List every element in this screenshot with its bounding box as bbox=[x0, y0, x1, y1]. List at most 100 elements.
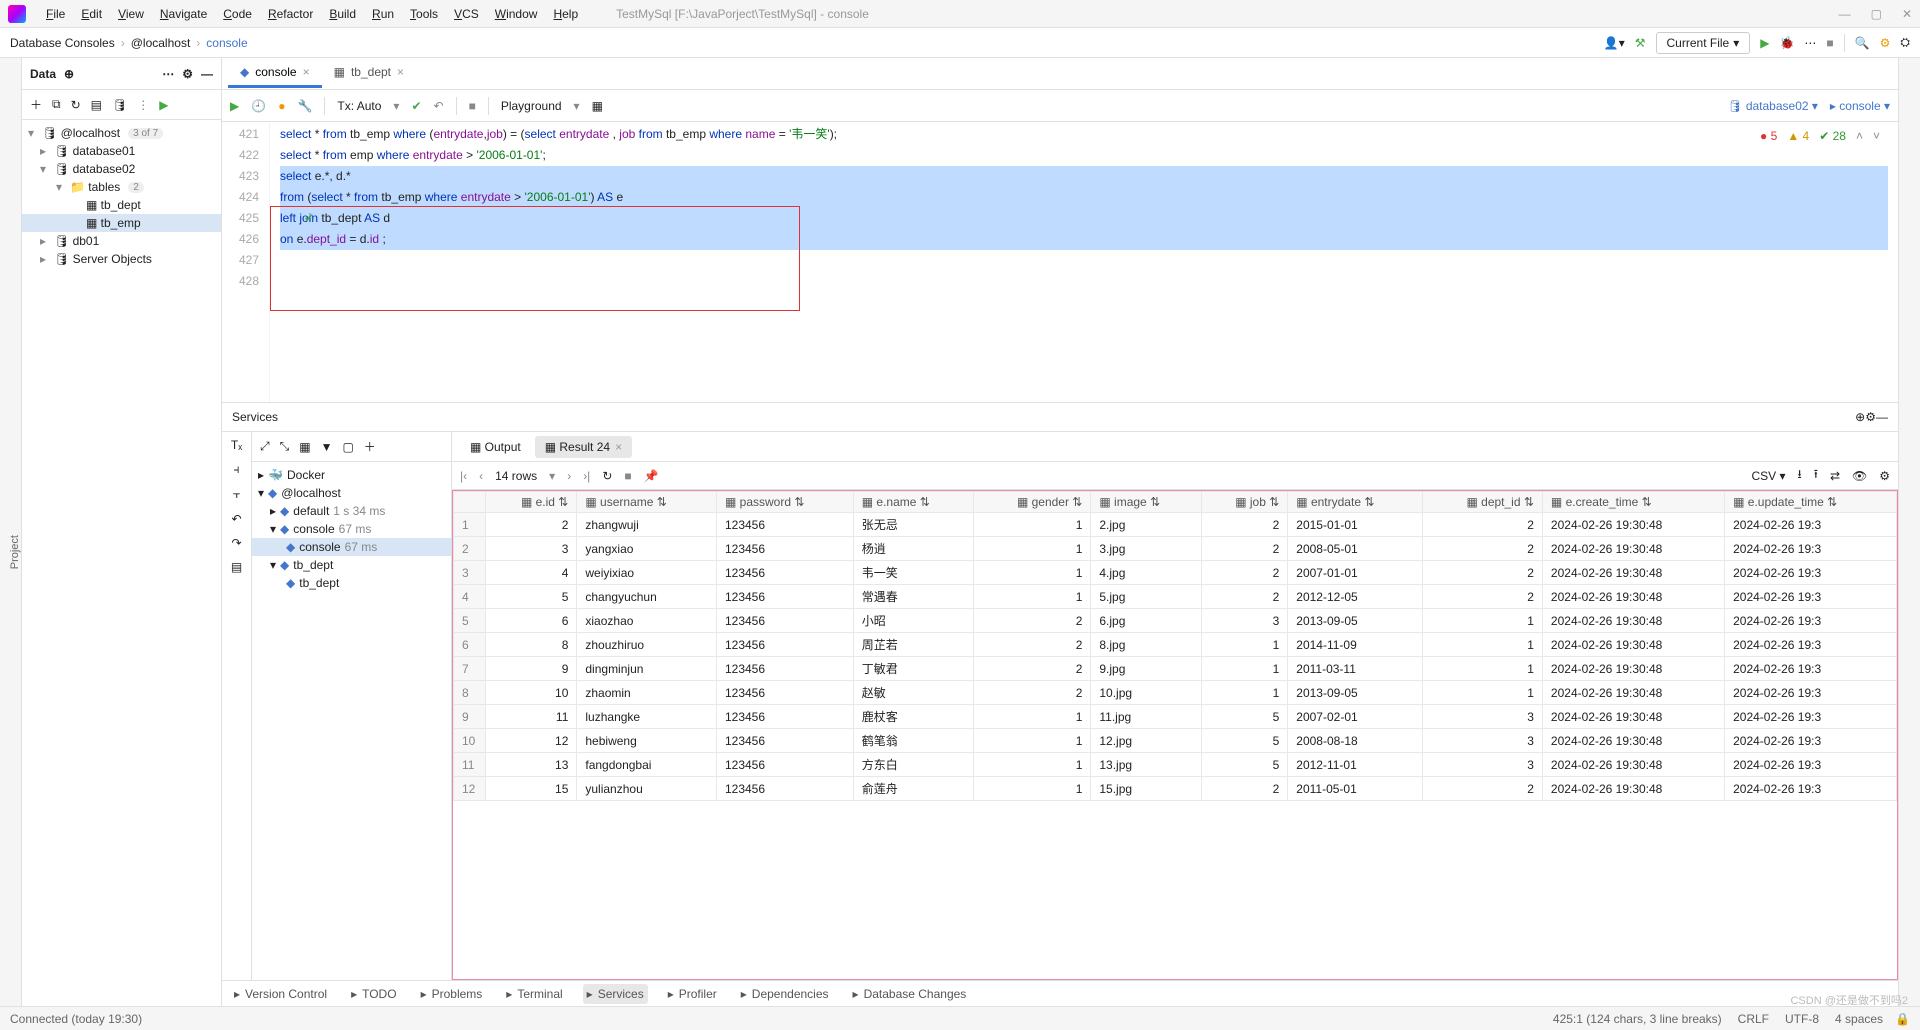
tree-item-db01[interactable]: ▸🛢 db01 bbox=[22, 232, 221, 250]
menu-run[interactable]: Run bbox=[364, 3, 402, 25]
hide-icon[interactable]: — bbox=[201, 67, 213, 81]
gear-icon[interactable]: ⚙ bbox=[182, 67, 193, 81]
history-icon[interactable]: 🕘 bbox=[251, 99, 266, 113]
tx-mode[interactable]: Tx: Auto bbox=[337, 99, 381, 113]
menu-file[interactable]: File bbox=[38, 3, 73, 25]
maximize-icon[interactable]: ▢ bbox=[1871, 7, 1882, 21]
menu-window[interactable]: Window bbox=[487, 3, 546, 25]
table-row[interactable]: 34weiyixiao123456韦一笑14.jpg22007-01-01220… bbox=[454, 561, 1897, 585]
menu-refactor[interactable]: Refactor bbox=[260, 3, 321, 25]
menu-build[interactable]: Build bbox=[321, 3, 364, 25]
table-row[interactable]: 68zhouzhiruo123456周芷若28.jpg12014-11-0912… bbox=[454, 633, 1897, 657]
table-row[interactable]: 56xiaozhao123456小昭26.jpg32013-09-0512024… bbox=[454, 609, 1897, 633]
error-count[interactable]: ● 5 bbox=[1760, 126, 1777, 147]
bottom-tab-profiler[interactable]: ▸Profiler bbox=[664, 984, 721, 1004]
tree-item-database01[interactable]: ▸🛢 database01 bbox=[22, 142, 221, 160]
gear2-icon[interactable]: ⚙ bbox=[1865, 410, 1876, 424]
tab-tb_dept[interactable]: ▦ tb_dept × bbox=[322, 59, 416, 88]
result-tab-output[interactable]: ▦ Output bbox=[460, 436, 531, 458]
col-header[interactable]: ▦ dept_id ⇅ bbox=[1423, 492, 1543, 513]
breadcrumb-item[interactable]: Database Consoles bbox=[10, 36, 115, 50]
code-line[interactable]: select * from tb_emp where (entrydate,jo… bbox=[280, 124, 1888, 145]
tab-console[interactable]: ◆console × bbox=[228, 59, 322, 88]
playground-label[interactable]: Playground bbox=[501, 99, 562, 113]
search-icon[interactable]: 🔍 bbox=[1855, 36, 1870, 50]
chevron-down-icon[interactable]: ˅ bbox=[1873, 126, 1880, 147]
menu-code[interactable]: Code bbox=[215, 3, 260, 25]
line-sep[interactable]: CRLF bbox=[1738, 1012, 1769, 1026]
undo-icon[interactable]: ↶ bbox=[231, 512, 241, 526]
ide-settings-icon[interactable]: ⛭ bbox=[1900, 35, 1910, 50]
splith-icon[interactable]: ⫞ bbox=[233, 462, 239, 477]
gear3-icon[interactable]: ⚙ bbox=[1879, 469, 1890, 483]
add-icon[interactable]: ＋ bbox=[30, 96, 42, 113]
breadcrumb-item[interactable]: console bbox=[206, 36, 247, 50]
export-select[interactable]: CSV ▾ bbox=[1751, 469, 1785, 483]
ok-count[interactable]: ✔ 28 bbox=[1819, 126, 1846, 147]
pin-icon[interactable]: 📌 bbox=[644, 469, 659, 483]
commit-icon[interactable]: ✔ bbox=[411, 99, 421, 113]
tree-item-tb_emp[interactable]: ▦ tb_emp bbox=[22, 214, 221, 232]
svc-item-console[interactable]: ▾ ◆ console 67 ms bbox=[252, 520, 451, 538]
table-row[interactable]: 1113fangdongbai123456方东白113.jpg52012-11-… bbox=[454, 753, 1897, 777]
table-row[interactable]: 45changyuchun123456常遇春15.jpg22012-12-052… bbox=[454, 585, 1897, 609]
menu-vcs[interactable]: VCS bbox=[446, 3, 487, 25]
redo-icon[interactable]: ↷ bbox=[231, 536, 241, 550]
bottom-tab-problems[interactable]: ▸Problems bbox=[417, 984, 487, 1004]
readonly-icon[interactable]: 🔒 bbox=[1895, 1012, 1910, 1026]
group-icon[interactable]: ▦ bbox=[299, 440, 310, 454]
stop2-icon[interactable]: ⋮ bbox=[137, 98, 149, 112]
wrench-icon[interactable]: 🔧 bbox=[297, 99, 312, 113]
bottom-tab-terminal[interactable]: ▸Terminal bbox=[502, 984, 566, 1004]
col-header[interactable]: ▦ e.name ⇅ bbox=[853, 492, 974, 513]
col-header[interactable]: ▦ e.id ⇅ bbox=[486, 492, 577, 513]
code-line[interactable]: left join tb_dept AS d bbox=[280, 208, 1888, 229]
indent[interactable]: 4 spaces bbox=[1835, 1012, 1883, 1026]
col-header[interactable]: ▦ password ⇅ bbox=[716, 492, 853, 513]
cancel-icon[interactable]: ■ bbox=[469, 99, 476, 113]
layout-icon[interactable]: ▦ bbox=[592, 99, 603, 113]
code-line[interactable]: select e.*, d.* bbox=[280, 166, 1888, 187]
chevron-up-icon[interactable]: ˄ bbox=[1856, 126, 1863, 147]
warning-count[interactable]: ▲ 4 bbox=[1787, 126, 1809, 147]
target-icon[interactable]: ⊕ bbox=[64, 67, 74, 81]
menu-help[interactable]: Help bbox=[545, 3, 586, 25]
tree-item-tables[interactable]: ▾📁 tables 2 bbox=[22, 178, 221, 196]
db-target[interactable]: 🛢 database02 ▾ bbox=[1727, 99, 1818, 113]
svc-item-Docker[interactable]: ▸ 🐳 Docker bbox=[252, 466, 451, 484]
collapse-icon[interactable]: ⋯ bbox=[162, 67, 174, 81]
run-icon[interactable]: ▶ bbox=[1760, 36, 1769, 50]
db-root[interactable]: ▾🛢 @localhost 3 of 7 bbox=[22, 124, 221, 142]
bottom-tab-version-control[interactable]: ▸Version Control bbox=[230, 984, 331, 1004]
code-line[interactable]: on e.dept_id = d.id ; bbox=[280, 229, 1888, 250]
close-icon[interactable]: × bbox=[303, 65, 310, 79]
sidebar-tab-project[interactable]: Project bbox=[9, 535, 21, 569]
rollback-icon[interactable]: ↶ bbox=[434, 99, 444, 113]
svc-item-tb_dept[interactable]: ◆ tb_dept bbox=[252, 574, 451, 592]
col-header[interactable]: ▦ e.create_time ⇅ bbox=[1542, 492, 1724, 513]
minimize-icon[interactable]: — bbox=[1839, 7, 1851, 21]
col-header[interactable]: ▦ username ⇅ bbox=[577, 492, 717, 513]
table-row[interactable]: 1215yulianzhou123456俞莲舟115.jpg22011-05-0… bbox=[454, 777, 1897, 801]
upload-icon[interactable]: ⭱ bbox=[1814, 465, 1818, 486]
splitv-icon[interactable]: ⫟ bbox=[233, 487, 240, 502]
result-tab-result-24[interactable]: ▦ Result 24 × bbox=[535, 436, 632, 458]
stop-icon[interactable]: ■ bbox=[1826, 36, 1833, 50]
table-row[interactable]: 23yangxiao123456杨逍13.jpg22008-05-0122024… bbox=[454, 537, 1897, 561]
tree-item-database02[interactable]: ▾🛢 database02 bbox=[22, 160, 221, 178]
expand-icon[interactable]: ⤢ bbox=[260, 439, 270, 454]
duplicate-icon[interactable]: ⧉ bbox=[52, 97, 61, 112]
explain-icon[interactable]: ● bbox=[278, 99, 285, 113]
run-config-select[interactable]: Current File▾ bbox=[1656, 32, 1751, 54]
layers-icon[interactable]: ▤ bbox=[231, 560, 242, 574]
bottom-tab-dependencies[interactable]: ▸Dependencies bbox=[737, 984, 833, 1004]
collapse2-icon[interactable]: ⤡ bbox=[280, 439, 290, 454]
encoding[interactable]: UTF-8 bbox=[1785, 1012, 1819, 1026]
filter-icon[interactable]: ▤ bbox=[91, 98, 102, 112]
col-header[interactable]: ▦ entrydate ⇅ bbox=[1288, 492, 1423, 513]
col-header[interactable]: ▦ e.update_time ⇅ bbox=[1725, 492, 1897, 513]
tree-item-tb_dept[interactable]: ▦ tb_dept bbox=[22, 196, 221, 214]
stop3-icon[interactable]: ■ bbox=[624, 469, 631, 483]
filter2-icon[interactable]: ▼ bbox=[321, 440, 333, 454]
breadcrumb-item[interactable]: @localhost bbox=[131, 36, 191, 50]
